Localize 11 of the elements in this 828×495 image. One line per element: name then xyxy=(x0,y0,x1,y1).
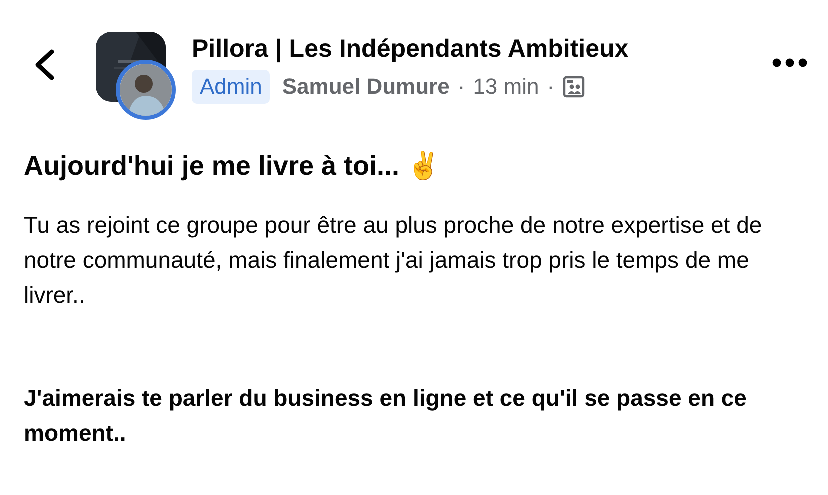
group-name[interactable]: Pillora | Les Indépendants Ambitieux xyxy=(192,35,772,64)
separator: · xyxy=(458,74,466,100)
post-paragraph: J'aimerais te parler du business en ligne et ce qu'il se passe en ce moment.. xyxy=(24,384,748,448)
post-title: Aujourd'hui je me livre à toi... ✌ xyxy=(24,150,442,182)
post-time[interactable]: 13 min xyxy=(473,74,540,100)
post-paragraph: Tu as rejoint ce groupe pour être au plus proche de notre expertise et de notre communauté, mais finalement j'ai jamais trop pris le temps de me livrer.. xyxy=(24,211,764,310)
admin-badge: Admin xyxy=(192,70,270,104)
separator: · xyxy=(547,74,555,100)
group-audience-icon xyxy=(562,76,585,98)
more-options-icon[interactable] xyxy=(772,58,808,68)
author-name[interactable]: Samuel Dumure xyxy=(282,74,450,100)
